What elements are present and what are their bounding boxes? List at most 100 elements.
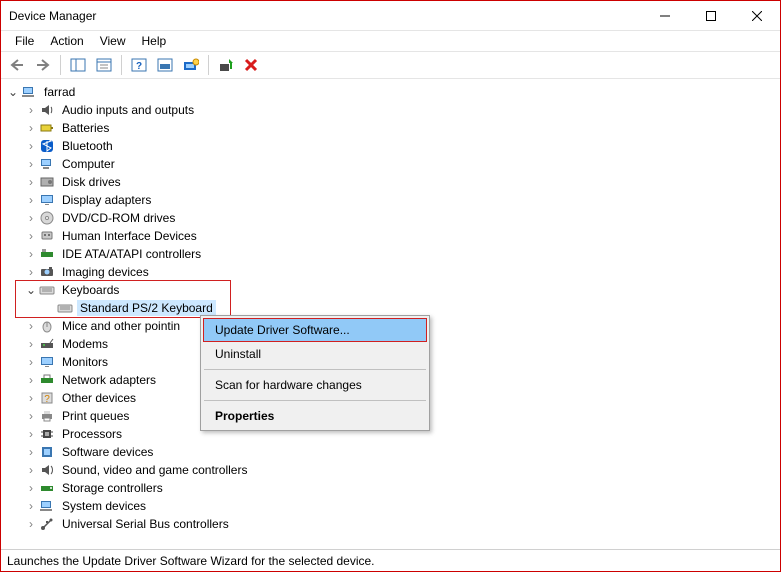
expand-icon[interactable] xyxy=(25,140,37,152)
context-separator xyxy=(204,400,426,401)
tree-label: Universal Serial Bus controllers xyxy=(59,516,232,532)
uninstall-button[interactable] xyxy=(240,53,264,77)
show-hide-tree-button[interactable] xyxy=(66,53,90,77)
category-node[interactable]: Display adapters xyxy=(7,191,780,209)
category-node[interactable]: DVD/CD-ROM drives xyxy=(7,209,780,227)
category-node[interactable]: Sound, video and game controllers xyxy=(7,461,780,479)
expand-icon[interactable] xyxy=(25,284,37,296)
storage-icon xyxy=(39,480,55,496)
category-node[interactable]: Software devices xyxy=(7,443,780,461)
window-controls xyxy=(642,1,780,30)
category-node[interactable]: Bluetooth xyxy=(7,137,780,155)
forward-button[interactable] xyxy=(31,53,55,77)
expand-icon[interactable] xyxy=(25,230,37,242)
menu-help[interactable]: Help xyxy=(134,32,175,50)
action-button[interactable] xyxy=(153,53,177,77)
tree-label: Sound, video and game controllers xyxy=(59,462,250,478)
expand-icon[interactable] xyxy=(25,482,37,494)
context-properties[interactable]: Properties xyxy=(203,404,427,428)
category-node[interactable]: Imaging devices xyxy=(7,263,780,281)
tree-label: Batteries xyxy=(59,120,112,136)
expand-icon[interactable] xyxy=(25,518,37,530)
expand-icon[interactable] xyxy=(25,356,37,368)
category-node[interactable]: Human Interface Devices xyxy=(7,227,780,245)
minimize-button[interactable] xyxy=(642,1,688,30)
scan-hardware-button[interactable] xyxy=(179,53,203,77)
expand-icon[interactable] xyxy=(25,158,37,170)
tree-label: Storage controllers xyxy=(59,480,166,496)
cpu-icon xyxy=(39,426,55,442)
root-node[interactable]: farrad xyxy=(7,83,780,101)
menu-action[interactable]: Action xyxy=(42,32,91,50)
category-node[interactable]: Storage controllers xyxy=(7,479,780,497)
device-tree[interactable]: farradAudio inputs and outputs Batteries B… xyxy=(1,79,780,549)
statusbar: Launches the Update Driver Software Wiza… xyxy=(1,549,780,571)
context-scan[interactable]: Scan for hardware changes xyxy=(203,373,427,397)
menu-view[interactable]: View xyxy=(92,32,134,50)
back-button[interactable] xyxy=(5,53,29,77)
menu-file[interactable]: File xyxy=(7,32,42,50)
properties-button[interactable] xyxy=(92,53,116,77)
expand-icon[interactable] xyxy=(25,122,37,134)
disc-icon xyxy=(39,210,55,226)
category-node[interactable]: Disk drives xyxy=(7,173,780,191)
maximize-button[interactable] xyxy=(688,1,734,30)
expand-icon[interactable] xyxy=(25,338,37,350)
window-title: Device Manager xyxy=(9,9,642,23)
expand-icon[interactable] xyxy=(7,86,19,98)
hid-icon xyxy=(39,228,55,244)
expand-icon[interactable] xyxy=(25,410,37,422)
titlebar: Device Manager xyxy=(1,1,780,31)
tree-label: IDE ATA/ATAPI controllers xyxy=(59,246,204,262)
update-driver-button[interactable] xyxy=(214,53,238,77)
tree-label: Network adapters xyxy=(59,372,159,388)
context-menu: Update Driver Software... Uninstall Scan… xyxy=(200,315,430,431)
context-uninstall[interactable]: Uninstall xyxy=(203,342,427,366)
battery-icon xyxy=(39,120,55,136)
system-icon xyxy=(39,498,55,514)
context-update-driver[interactable]: Update Driver Software... xyxy=(203,318,427,342)
close-button[interactable] xyxy=(734,1,780,30)
category-node[interactable]: Computer xyxy=(7,155,780,173)
tree-label: Imaging devices xyxy=(59,264,152,280)
tree-label: Human Interface Devices xyxy=(59,228,200,244)
tree-label: DVD/CD-ROM drives xyxy=(59,210,178,226)
expand-icon[interactable] xyxy=(25,320,37,332)
keyboard-icon xyxy=(57,300,73,316)
expand-icon[interactable] xyxy=(25,446,37,458)
svg-text:?: ? xyxy=(136,61,142,72)
expand-icon[interactable] xyxy=(25,266,37,278)
toolbar-separator xyxy=(60,55,61,75)
tree-label: Keyboards xyxy=(59,282,122,298)
expand-icon[interactable] xyxy=(25,500,37,512)
expand-icon[interactable] xyxy=(25,392,37,404)
toolbar: ? xyxy=(1,51,780,79)
category-node[interactable]: Batteries xyxy=(7,119,780,137)
tree-label: Modems xyxy=(59,336,111,352)
help-button[interactable]: ? xyxy=(127,53,151,77)
expand-icon[interactable] xyxy=(25,374,37,386)
category-node[interactable]: IDE ATA/ATAPI controllers xyxy=(7,245,780,263)
toolbar-separator xyxy=(208,55,209,75)
audio-icon xyxy=(39,102,55,118)
category-node[interactable]: Audio inputs and outputs xyxy=(7,101,780,119)
expand-icon[interactable] xyxy=(25,104,37,116)
tree-label: Processors xyxy=(59,426,125,442)
tree-label: Computer xyxy=(59,156,118,172)
tree-label: Audio inputs and outputs xyxy=(59,102,197,118)
expand-icon[interactable] xyxy=(25,248,37,260)
disk-icon xyxy=(39,174,55,190)
category-node[interactable]: System devices xyxy=(7,497,780,515)
imaging-icon xyxy=(39,264,55,280)
expand-icon[interactable] xyxy=(25,428,37,440)
tree-label: Bluetooth xyxy=(59,138,116,154)
expand-icon[interactable] xyxy=(25,194,37,206)
tree-label: Standard PS/2 Keyboard xyxy=(77,300,216,316)
expand-icon[interactable] xyxy=(25,176,37,188)
expand-icon[interactable] xyxy=(25,464,37,476)
category-keyboards[interactable]: Keyboards xyxy=(7,281,780,299)
expand-icon[interactable] xyxy=(25,212,37,224)
category-node[interactable]: Universal Serial Bus controllers xyxy=(7,515,780,533)
tree-label: Display adapters xyxy=(59,192,154,208)
tree-label: System devices xyxy=(59,498,149,514)
